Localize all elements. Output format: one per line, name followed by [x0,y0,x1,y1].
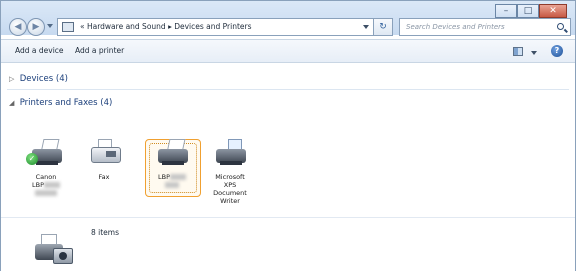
camera-printer-icon [31,230,73,266]
close-button[interactable]: ✕ [539,4,567,18]
xps-writer-icon [208,135,252,173]
view-icon[interactable] [513,47,523,56]
window-controls: – □ ✕ [495,4,567,18]
group-label-printers: Printers and Faxes (4) [19,98,113,108]
group-header-devices[interactable]: ▷ Devices (4) [9,73,68,85]
printer-icon: ✓ [24,135,68,173]
command-bar: Add a device Add a printer ? [1,39,575,63]
collapse-arrow-icon[interactable]: ◢ [9,97,17,109]
control-panel-icon [62,22,74,32]
divider [7,89,569,90]
refresh-button[interactable]: ↻ [373,18,393,36]
redacted-text [35,190,57,196]
address-dropdown-icon[interactable] [363,25,369,29]
group-header-printers[interactable]: ◢ Printers and Faxes (4) [9,97,112,109]
redacted-text [165,182,179,188]
back-button[interactable]: ◀ [9,18,27,36]
printer-item-canon[interactable]: ✓ Canon LBP [21,135,71,197]
recent-pages-dropdown[interactable] [47,24,53,28]
check-icon: ✓ [26,153,38,165]
redacted-text [170,174,186,180]
address-bar[interactable]: « Hardware and Sound ▸ Devices and Print… [57,18,379,36]
printer-item-lbp-selected[interactable]: LBP [147,135,197,189]
navigation-row: ◀ ▶ « Hardware and Sound ▸ Devices and P… [7,17,571,37]
devices-and-printers-window: – □ ✕ ◀ ▶ « Hardware and Sound ▸ Devices… [0,0,576,273]
item-label: LBP [147,173,197,189]
search-input[interactable]: Search Devices and Printers [399,18,571,36]
search-placeholder: Search Devices and Printers [406,23,505,31]
maximize-button[interactable]: □ [517,4,539,18]
printer-item-fax[interactable]: Fax [79,135,129,181]
add-printer-button[interactable]: Add a printer [75,45,124,57]
details-pane: 8 items [1,217,575,273]
view-dropdown-icon[interactable] [531,51,537,55]
item-label: Canon LBP [21,173,71,197]
forward-button[interactable]: ▶ [27,18,45,36]
title-bar: – □ ✕ ◀ ▶ « Hardware and Sound ▸ Devices… [1,1,575,37]
printer-item-xps-writer[interactable]: Microsoft XPS Document Writer [205,135,255,205]
item-label: Fax [98,173,110,181]
group-label-devices: Devices (4) [19,74,68,84]
minimize-button[interactable]: – [495,4,517,18]
item-label: Microsoft XPS Document Writer [213,173,247,205]
printer-icon [150,135,194,173]
redacted-text [44,182,60,188]
help-icon[interactable]: ? [551,45,563,57]
item-count: 8 items [91,228,120,237]
breadcrumb: « Hardware and Sound ▸ Devices and Print… [80,22,252,31]
add-device-button[interactable]: Add a device [15,45,64,57]
fax-icon [82,135,126,173]
expand-arrow-icon[interactable]: ▷ [9,73,17,85]
search-icon[interactable] [557,23,564,30]
